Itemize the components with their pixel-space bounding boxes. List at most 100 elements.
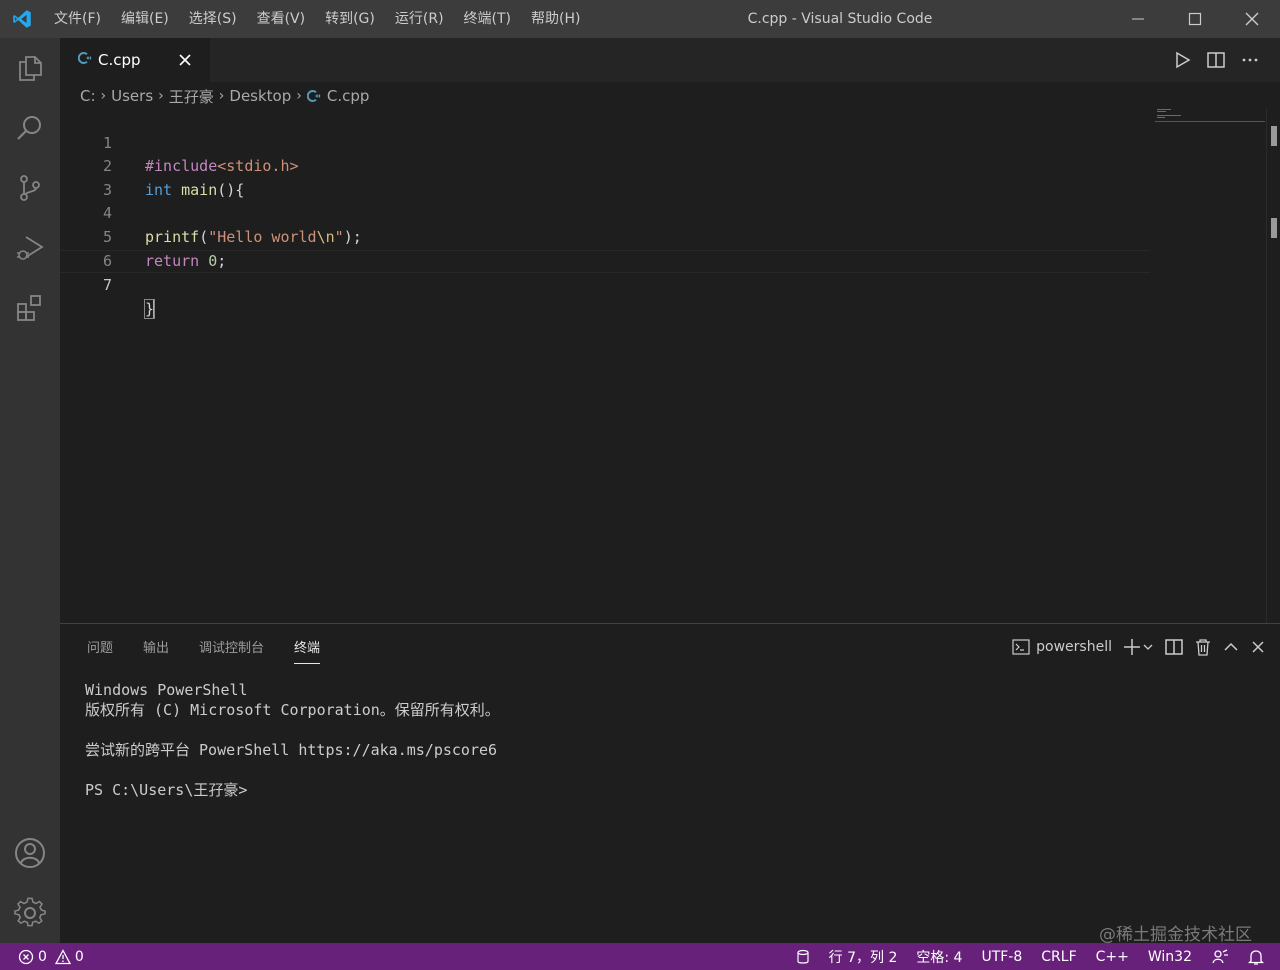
files-icon <box>19 56 42 81</box>
source-control-button[interactable] <box>0 158 60 218</box>
close-window-button[interactable] <box>1223 0 1280 38</box>
menu-run[interactable]: 运行(R) <box>385 0 454 38</box>
menu-bar: 文件(F) 编辑(E) 选择(S) 查看(V) 转到(G) 运行(R) 终端(T… <box>44 0 590 38</box>
breadcrumb-file[interactable]: C.cpp <box>306 87 370 105</box>
run-debug-button[interactable] <box>0 218 60 278</box>
platform-config[interactable]: Win32 <box>1148 949 1192 965</box>
chevron-right-icon: › <box>100 88 107 104</box>
cpp-file-icon <box>306 90 320 102</box>
error-count: 0 <box>38 948 47 965</box>
ellipsis-icon <box>1242 58 1258 62</box>
language-mode[interactable]: C++ <box>1096 949 1129 965</box>
play-icon <box>1176 51 1191 69</box>
explorer-button[interactable] <box>0 38 60 98</box>
run-code-button[interactable] <box>1168 46 1196 74</box>
editor-actions <box>1168 46 1264 74</box>
breadcrumb-user[interactable]: 王孖豪 <box>169 86 214 107</box>
error-icon <box>18 949 34 964</box>
breadcrumb-desktop[interactable]: Desktop <box>229 87 291 105</box>
title-bar: 文件(F) 编辑(E) 选择(S) 查看(V) 转到(G) 运行(R) 终端(T… <box>0 0 1280 38</box>
split-editor-button[interactable] <box>1202 46 1230 74</box>
database-status[interactable] <box>796 949 810 965</box>
end-of-line[interactable]: CRLF <box>1041 949 1076 965</box>
editor-tabs: C.cpp <box>60 38 1280 82</box>
scrollbar-marker <box>1271 126 1277 146</box>
terminal-line: Windows PowerShell <box>85 681 248 699</box>
code-line: 6 <box>60 226 1150 270</box>
cursor-position[interactable]: 行 7，列 2 <box>829 947 898 967</box>
menu-help[interactable]: 帮助(H) <box>521 0 590 38</box>
menu-selection[interactable]: 选择(S) <box>179 0 247 38</box>
gear-icon <box>14 897 46 927</box>
notifications-button[interactable] <box>1248 948 1264 966</box>
extensions-button[interactable] <box>0 278 60 338</box>
vscode-logo-icon <box>0 0 44 38</box>
warning-icon <box>54 948 71 964</box>
breadcrumb-drive[interactable]: C: <box>80 87 96 105</box>
source-control-icon <box>20 175 40 201</box>
kill-terminal-button[interactable] <box>1194 635 1212 659</box>
status-items: 行 7，列 2 空格: 4 UTF-8 CRLF C++ Win32 <box>796 943 1264 970</box>
manage-button[interactable] <box>0 883 60 943</box>
minimize-button[interactable] <box>1109 0 1166 38</box>
new-terminal-button[interactable] <box>1122 635 1154 659</box>
close-icon <box>1252 641 1264 653</box>
more-actions-button[interactable] <box>1236 46 1264 74</box>
close-icon <box>1245 12 1258 26</box>
code-line: 3 <box>60 155 1150 199</box>
extensions-icon <box>17 295 41 321</box>
chevron-right-icon: › <box>296 88 302 104</box>
split-editor-icon <box>1207 52 1225 68</box>
menu-view[interactable]: 查看(V) <box>247 0 316 38</box>
tab-debug-console[interactable]: 调试控制台 <box>199 629 264 664</box>
menu-file[interactable]: 文件(F) <box>44 0 111 38</box>
watermark: @稀土掘金技术社区 <box>1099 925 1252 945</box>
account-icon <box>15 838 45 868</box>
terminal-line: 尝试新的跨平台 PowerShell https://aka.ms/pscore… <box>85 741 498 759</box>
terminal-line: 版权所有 (C) Microsoft Corporation。保留所有权利。 <box>85 701 500 719</box>
tab-problems[interactable]: 问题 <box>87 629 113 664</box>
minimap[interactable] <box>1155 108 1265 128</box>
activity-bar <box>0 38 60 943</box>
window-controls <box>1109 0 1280 38</box>
database-icon <box>797 949 809 964</box>
indentation[interactable]: 空格: 4 <box>916 947 962 967</box>
trash-icon <box>1196 639 1210 656</box>
tab-output[interactable]: 输出 <box>143 629 169 664</box>
menu-edit[interactable]: 编辑(E) <box>111 0 179 38</box>
split-terminal-button[interactable] <box>1164 635 1184 659</box>
menu-terminal[interactable]: 终端(T) <box>454 0 521 38</box>
tab-terminal[interactable]: 终端 <box>294 629 321 664</box>
accounts-button[interactable] <box>0 823 60 883</box>
file-encoding[interactable]: UTF-8 <box>981 949 1022 965</box>
status-bar: 0 0 行 7，列 2 空格: 4 UTF-8 CRLF C++ Win32 <box>0 943 1280 970</box>
breadcrumb-file-label: C.cpp <box>326 87 370 105</box>
search-button[interactable] <box>0 98 60 158</box>
tab-c-cpp[interactable]: C.cpp <box>60 38 210 82</box>
code-line: 1 #include<stdio.h> <box>60 108 1150 176</box>
editor-scrollbar[interactable] <box>1266 108 1280 623</box>
chevron-down-icon <box>1143 644 1153 650</box>
menu-go[interactable]: 转到(G) <box>315 0 385 38</box>
terminal-selector[interactable]: powershell <box>1012 638 1112 656</box>
minimize-icon <box>1131 18 1144 20</box>
maximize-icon <box>1188 12 1201 26</box>
feedback-button[interactable] <box>1211 948 1229 966</box>
terminal-output[interactable]: Windows PowerShell 版权所有 (C) Microsoft Cor… <box>85 680 500 800</box>
maximize-panel-button[interactable] <box>1222 635 1240 659</box>
chevron-up-icon <box>1224 642 1238 651</box>
close-panel-button[interactable] <box>1250 635 1266 659</box>
problems-indicator[interactable]: 0 0 <box>18 943 84 970</box>
code-line: 4 printf("Hello world\n"); <box>60 179 1150 246</box>
tab-close-button[interactable] <box>176 51 194 69</box>
bell-icon <box>1248 949 1264 965</box>
code-line: 2 int main(){ <box>60 132 1150 199</box>
breadcrumb: C: › Users › 王孖豪 › Desktop › C.cpp <box>60 82 1280 110</box>
breadcrumb-users[interactable]: Users <box>111 87 153 105</box>
text-cursor <box>153 299 156 319</box>
code-editor[interactable]: 1 #include<stdio.h> 2 int main(){ 3 4 pr… <box>60 108 1280 623</box>
line-number: 7 <box>102 276 112 295</box>
maximize-button[interactable] <box>1166 0 1223 38</box>
